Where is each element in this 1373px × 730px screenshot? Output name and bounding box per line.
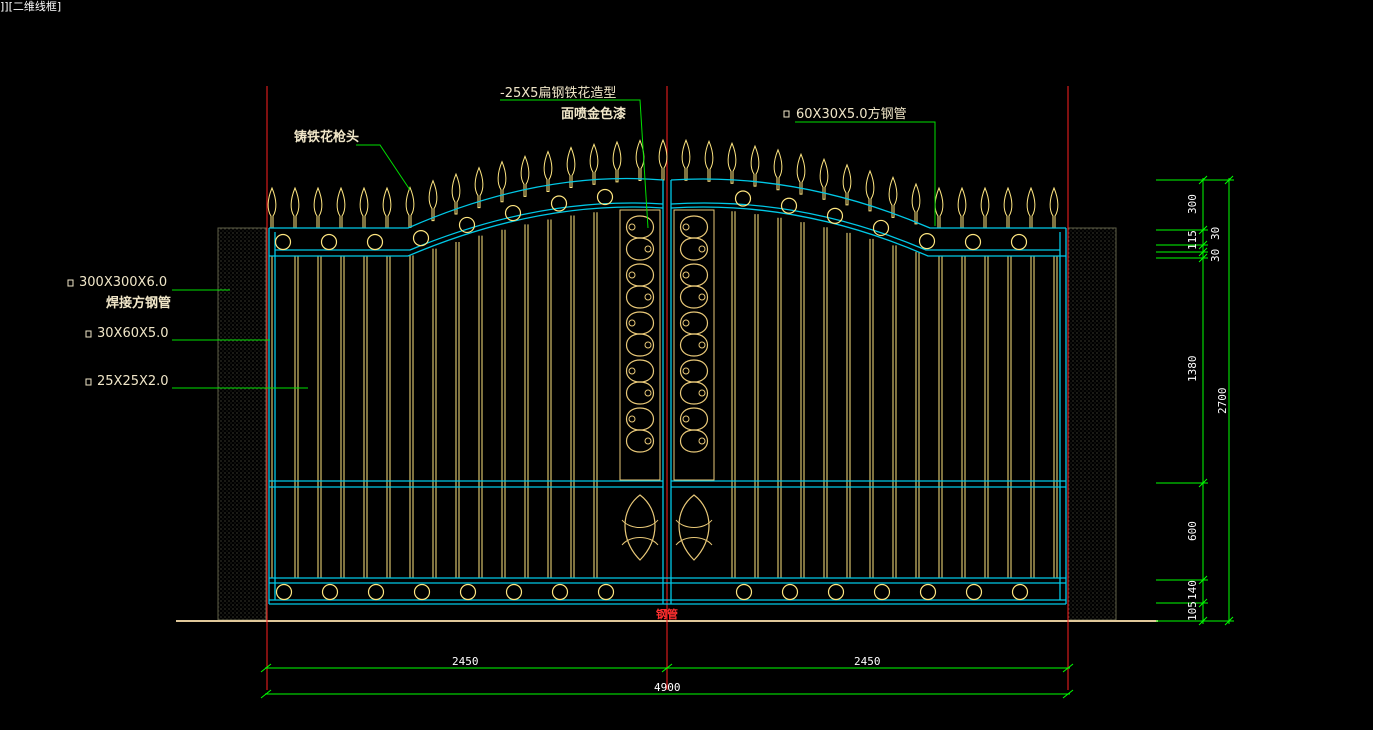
- spear-head: [1003, 186, 1013, 229]
- decorative-ring: [551, 583, 569, 601]
- decorative-ring: [597, 583, 615, 601]
- decorative-ring: [505, 583, 523, 601]
- dim-total-width: 4900: [654, 681, 681, 694]
- spear-head: [428, 179, 438, 222]
- spear-head: [267, 186, 277, 229]
- spear-head: [382, 186, 392, 229]
- dim-140: 140: [1186, 580, 1199, 600]
- decorative-ring: [320, 233, 338, 251]
- annotation-hinge: 钢管: [656, 607, 678, 621]
- decorative-ring: [826, 207, 844, 224]
- spear-head: [911, 182, 921, 225]
- decorative-ring: [504, 204, 522, 222]
- dim-30b: 30: [1209, 249, 1222, 262]
- decorative-ring: [964, 233, 982, 251]
- spear-head: [750, 144, 760, 187]
- annotation-bar-tube: 25X25X2.0: [97, 374, 169, 389]
- annotation-spear-head: 铸铁花枪头: [294, 129, 359, 145]
- annotation-post-2: 焊接方钢管: [106, 295, 171, 311]
- spear-head: [612, 140, 622, 183]
- dim-115: 115: [1186, 230, 1199, 250]
- dim-right-width: 2450: [854, 655, 881, 668]
- decorative-ring: [274, 233, 292, 251]
- dim-total-height: 2700: [1216, 388, 1229, 415]
- spear-head: [405, 186, 415, 228]
- decorative-ring: [827, 583, 845, 601]
- dim-300: 300: [1186, 194, 1199, 214]
- decorative-ring: [918, 233, 936, 250]
- decorative-ring: [735, 583, 753, 601]
- spear-head: [681, 138, 691, 181]
- dim-left-width: 2450: [452, 655, 479, 668]
- spear-head: [589, 142, 599, 185]
- annotation-top-tube: 60X30X5.0方钢管: [796, 106, 907, 122]
- decorative-ring: [873, 583, 891, 601]
- right-pillar: [1067, 227, 1117, 621]
- spear-head: [888, 176, 898, 218]
- decorative-ring: [781, 583, 799, 601]
- decorative-ring: [965, 583, 983, 601]
- decorative-ring: [366, 233, 384, 251]
- dim-105: 105: [1186, 601, 1199, 621]
- annotation-flat-steel-1: -25X5扁钢铁花造型: [500, 85, 616, 101]
- spear-head: [658, 138, 668, 181]
- spear-head: [1026, 186, 1036, 229]
- center-ornament-left: [619, 209, 661, 561]
- spear-head: [980, 186, 990, 229]
- decorative-ring: [321, 583, 339, 601]
- decorative-ring: [919, 583, 937, 601]
- spear-head: [704, 139, 714, 182]
- vertical-bars: [271, 211, 1058, 578]
- dim-600: 600: [1186, 521, 1199, 541]
- spear-head: [290, 186, 300, 229]
- decorative-ring: [780, 197, 798, 214]
- decorative-ring: [412, 230, 430, 247]
- decorative-ring: [367, 583, 385, 601]
- annotation-frame-tube: 30X60X5.0: [97, 326, 169, 341]
- leader-lines: [172, 99, 936, 389]
- decorative-ring: [1010, 233, 1028, 251]
- center-ornament-right: [673, 209, 715, 561]
- decorative-ring: [458, 216, 476, 234]
- spear-head: [359, 186, 369, 229]
- spear-head: [336, 186, 346, 229]
- annotation-flat-steel-2: 面喷金色漆: [561, 106, 626, 122]
- decorative-ring: [1011, 583, 1029, 601]
- spear-head: [727, 141, 737, 184]
- left-pillar: [217, 227, 267, 621]
- decorative-ring: [413, 583, 431, 601]
- decorative-ring: [459, 583, 477, 601]
- spear-head: [957, 186, 967, 229]
- dim-30a: 30: [1209, 227, 1222, 240]
- spear-head: [313, 186, 323, 229]
- cad-drawing-canvas[interactable]: 铸铁花枪头 -25X5扁钢铁花造型 面喷金色漆 60X30X5.0方钢管 300…: [0, 0, 1373, 730]
- decorative-ring: [275, 583, 293, 601]
- decorative-ring: [596, 188, 614, 206]
- spear-head: [1049, 186, 1059, 229]
- dim-1380: 1380: [1186, 356, 1199, 383]
- spear-head: [934, 186, 944, 229]
- annotation-post-1: 300X300X6.0: [79, 275, 167, 290]
